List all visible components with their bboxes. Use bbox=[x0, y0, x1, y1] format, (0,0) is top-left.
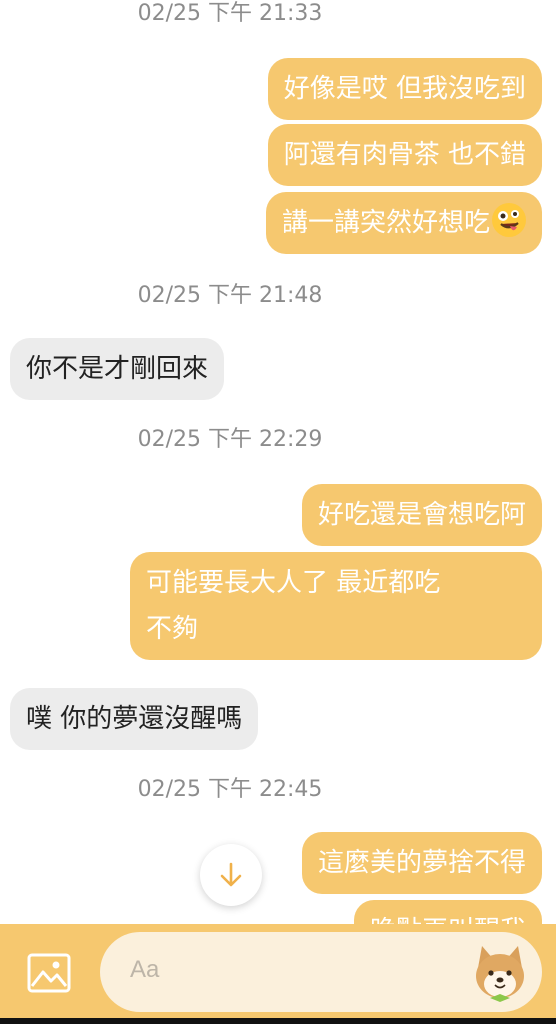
input-placeholder: Aa bbox=[130, 956, 160, 983]
timestamp: 02/25 下午 21:33 bbox=[137, 1, 323, 26]
message-outgoing[interactable]: 好吃還是會想吃阿 bbox=[301, 484, 542, 546]
sticker-button[interactable] bbox=[468, 940, 532, 1004]
message-outgoing[interactable]: 好像是哎 但我沒吃到 bbox=[267, 58, 542, 120]
message-incoming[interactable]: 你不是才剛回來 bbox=[10, 338, 225, 400]
image-button[interactable] bbox=[26, 950, 72, 996]
timestamp: 02/25 下午 22:45 bbox=[137, 777, 323, 802]
message-input[interactable]: Aa bbox=[100, 932, 542, 1012]
message-text-line: 不夠 bbox=[146, 614, 199, 644]
chat-area: 02/25 下午 21:33 好像是哎 但我沒吃到 阿還有肉骨茶 也不錯 講一講… bbox=[0, 0, 556, 924]
message-outgoing[interactable]: 晚點再叫醒我 bbox=[353, 900, 542, 924]
message-outgoing[interactable]: 阿還有肉骨茶 也不錯 bbox=[267, 124, 542, 186]
scroll-to-bottom-button[interactable] bbox=[200, 844, 262, 906]
message-outgoing[interactable]: 這麼美的夢捨不得 bbox=[301, 832, 542, 894]
shiba-sticker-icon bbox=[476, 946, 524, 1002]
system-navigation-bar bbox=[0, 1018, 556, 1024]
timestamp: 02/25 下午 21:48 bbox=[137, 283, 323, 308]
timestamp: 02/25 下午 22:29 bbox=[137, 427, 323, 452]
message-text: 講一講突然好想吃 bbox=[281, 208, 490, 238]
composer-bar: Aa bbox=[0, 924, 556, 1024]
image-icon bbox=[27, 953, 71, 993]
message-outgoing[interactable]: 可能要長大人了 最近都吃 不夠 bbox=[130, 552, 542, 660]
message-outgoing[interactable]: 講一講突然好想吃 bbox=[265, 192, 542, 254]
message-text-line: 可能要長大人了 最近都吃 bbox=[146, 568, 441, 598]
arrow-down-icon bbox=[220, 862, 242, 887]
zany-face-emoji-icon bbox=[492, 203, 526, 237]
message-incoming[interactable]: 噗 你的夢還沒醒嗎 bbox=[10, 688, 259, 750]
